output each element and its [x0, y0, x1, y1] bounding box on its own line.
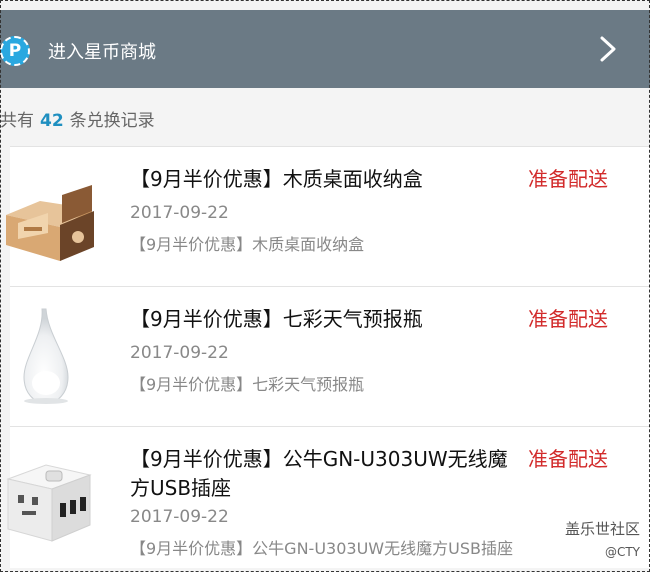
exchange-count: 共有 42 条兑换记录 — [0, 106, 155, 131]
item-title[interactable]: 【9月半价优惠】木质桌面收纳盒 — [130, 165, 520, 194]
weather-glass-image — [23, 308, 69, 404]
points-icon: P — [0, 36, 30, 66]
item-date: 2017-09-22 — [130, 507, 229, 527]
star-coin-mall-banner[interactable]: P 进入星币商城 — [0, 10, 650, 88]
count-prefix: 共有 — [0, 111, 34, 131]
list-item[interactable]: 【9月半价优惠】公牛GN-U303UW无线魔方USB插座 准备配送 2017-0… — [6, 426, 650, 568]
power-cube-image — [6, 464, 92, 542]
status-badge: 准备配送 — [528, 167, 608, 191]
item-date: 2017-09-22 — [130, 343, 229, 363]
item-title[interactable]: 【9月半价优惠】公牛GN-U303UW无线魔方USB插座 — [130, 445, 520, 503]
list-item[interactable]: 【9月半价优惠】七彩天气预报瓶 准备配送 2017-09-22 【9月半价优惠】… — [10, 286, 650, 426]
status-badge: 准备配送 — [528, 447, 608, 471]
item-title[interactable]: 【9月半价优惠】七彩天气预报瓶 — [130, 305, 520, 334]
list-item[interactable]: 【9月半价优惠】木质桌面收纳盒 准备配送 2017-09-22 【9月半价优惠】… — [6, 146, 650, 286]
community-watermark: 盖乐世社区 @CTY — [565, 518, 640, 559]
status-badge: 准备配送 — [528, 307, 608, 331]
item-date: 2017-09-22 — [130, 203, 229, 223]
count-number: 42 — [40, 111, 64, 131]
chevron-right-icon[interactable] — [596, 34, 620, 64]
wooden-organizer-image — [6, 185, 94, 261]
count-suffix: 条兑换记录 — [69, 111, 155, 131]
item-description: 【9月半价优惠】七彩天气预报瓶 — [130, 375, 365, 394]
watermark-user: @CTY — [604, 545, 640, 559]
item-description: 【9月半价优惠】木质桌面收纳盒 — [130, 235, 365, 254]
banner-title: 进入星币商城 — [48, 42, 156, 63]
watermark-site: 盖乐世社区 — [564, 520, 640, 538]
item-description: 【9月半价优惠】公牛GN-U303UW无线魔方USB插座 — [130, 539, 513, 558]
exchange-list: 【9月半价优惠】木质桌面收纳盒 准备配送 2017-09-22 【9月半价优惠】… — [6, 146, 650, 568]
